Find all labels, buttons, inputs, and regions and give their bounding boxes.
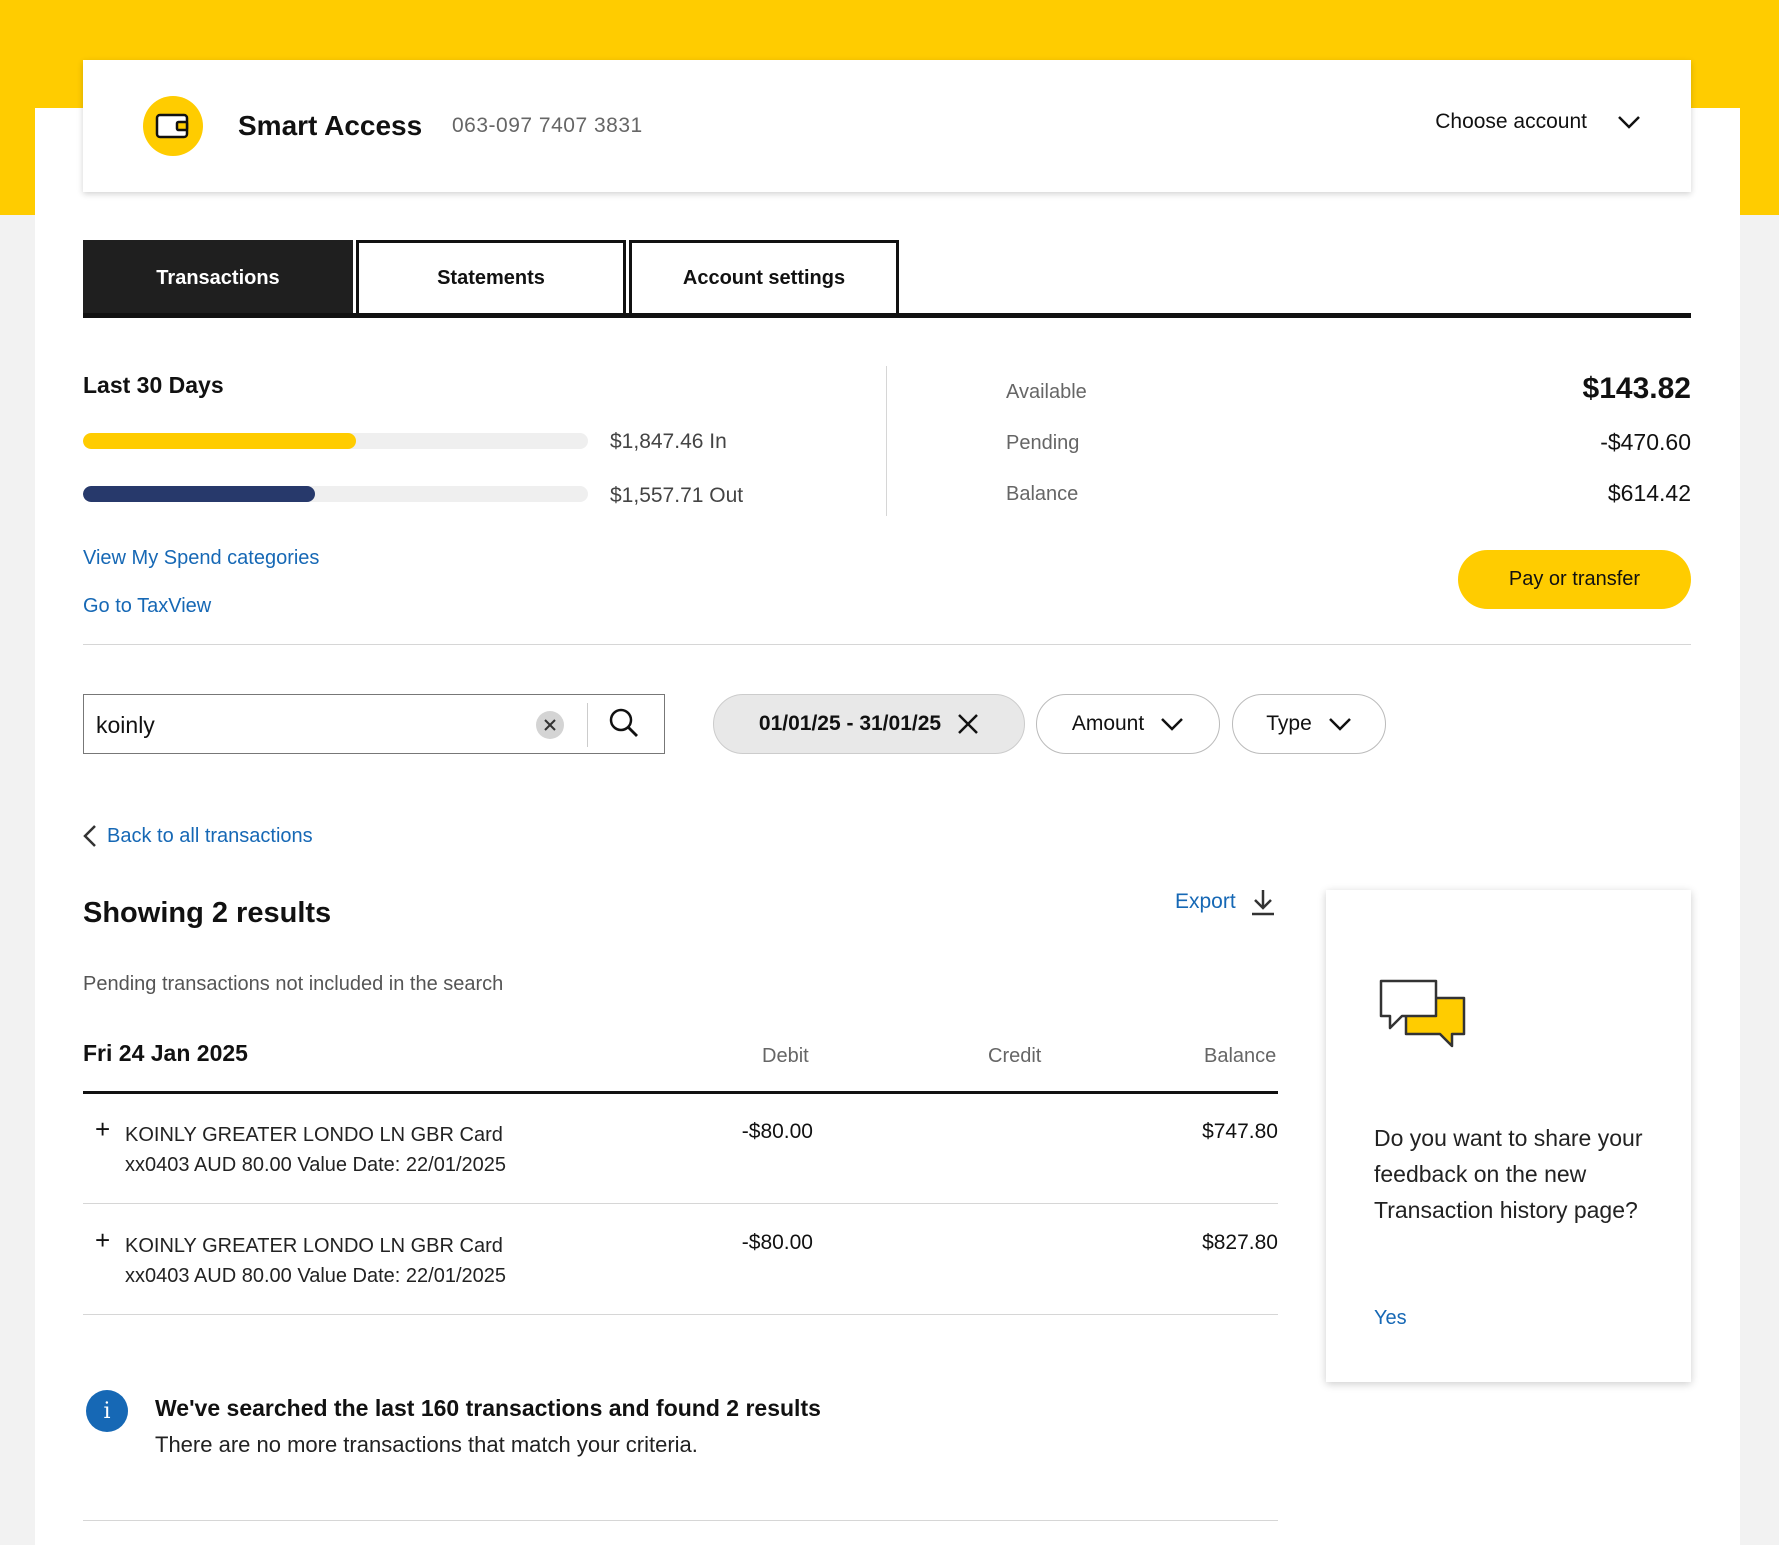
transaction-description: KOINLY GREATER LONDO LN GBR Card xx0403 … [125, 1231, 506, 1291]
account-number: 063-097 7407 3831 [452, 114, 643, 137]
expand-plus-icon[interactable]: + [95, 1114, 110, 1145]
transaction-line1: KOINLY GREATER LONDO LN GBR Card [125, 1124, 503, 1146]
feedback-card: Do you want to share your feedback on th… [1326, 890, 1691, 1382]
pending-value: -$470.60 [1600, 429, 1691, 455]
bottom-divider [83, 1520, 1278, 1521]
export-label: Export [1175, 890, 1236, 913]
transaction-balance: $747.80 [1202, 1120, 1278, 1143]
money-in-label: $1,847.46 In [610, 430, 727, 453]
type-filter[interactable]: Type [1232, 694, 1386, 754]
taxview-link[interactable]: Go to TaxView [83, 595, 211, 618]
available-value: $143.82 [1582, 372, 1691, 405]
section-divider [83, 644, 1691, 645]
chevron-down-icon [1328, 718, 1351, 731]
chevron-left-icon [83, 825, 96, 847]
results-title: Showing 2 results [83, 897, 332, 929]
transaction-balance: $827.80 [1202, 1231, 1278, 1254]
account-tabs: Transactions Statements Account settings [83, 240, 1691, 318]
pending-note: Pending transactions not included in the… [83, 973, 504, 995]
pay-or-transfer-button[interactable]: Pay or transfer [1458, 550, 1691, 609]
expand-plus-icon[interactable]: + [95, 1225, 110, 1256]
money-out-label: $1,557.71 Out [610, 484, 744, 507]
search-input[interactable] [96, 712, 496, 739]
wallet-icon [143, 96, 203, 156]
balance-column-header: Balance [1204, 1045, 1277, 1067]
money-in-bar [83, 433, 588, 449]
search-box [83, 694, 665, 754]
account-name: Smart Access [238, 110, 423, 141]
search-summary-text: There are no more transactions that matc… [155, 1432, 698, 1457]
money-out-bar-fill [83, 486, 316, 502]
account-header: Smart Access 063-097 7407 3831 Choose ac… [83, 60, 1691, 192]
pending-label: Pending [1006, 432, 1080, 454]
transaction-line2: xx0403 AUD 80.00 Value Date: 22/01/2025 [125, 1154, 507, 1176]
transaction-debit: -$80.00 [741, 1120, 813, 1143]
info-icon: i [86, 1390, 128, 1432]
chat-bubbles-icon [1379, 979, 1466, 1048]
close-icon[interactable] [957, 713, 979, 735]
clear-icon[interactable] [536, 711, 564, 739]
summary-title: Last 30 Days [83, 372, 224, 398]
choose-account-label: Choose account [1435, 110, 1587, 133]
transaction-debit: -$80.00 [741, 1231, 813, 1254]
money-in-bar-fill [83, 433, 356, 449]
type-filter-label: Type [1266, 712, 1312, 735]
table-row[interactable]: + KOINLY GREATER LONDO LN GBR Card xx040… [83, 1205, 1278, 1315]
summary-divider [886, 366, 887, 516]
transaction-line2: xx0403 AUD 80.00 Value Date: 22/01/2025 [125, 1265, 507, 1287]
back-link-label: Back to all transactions [107, 824, 313, 847]
available-label: Available [1006, 381, 1087, 403]
debit-column-header: Debit [762, 1045, 809, 1067]
tab-transactions[interactable]: Transactions [83, 240, 353, 313]
table-row[interactable]: + KOINLY GREATER LONDO LN GBR Card xx040… [83, 1094, 1278, 1204]
transaction-line1: KOINLY GREATER LONDO LN GBR Card [125, 1235, 503, 1257]
date-range-label: 01/01/25 - 31/01/25 [758, 712, 942, 735]
transaction-description: KOINLY GREATER LONDO LN GBR Card xx0403 … [125, 1120, 506, 1180]
tab-account-settings[interactable]: Account settings [629, 240, 899, 313]
amount-filter-label: Amount [1071, 712, 1145, 735]
amount-filter[interactable]: Amount [1036, 694, 1220, 754]
choose-account-dropdown[interactable]: Choose account [1435, 110, 1641, 134]
feedback-yes-link[interactable]: Yes [1374, 1307, 1407, 1330]
transaction-date-heading: Fri 24 Jan 2025 [83, 1040, 248, 1066]
search-icon[interactable] [608, 707, 640, 744]
download-icon [1251, 890, 1274, 916]
export-link[interactable]: Export [1175, 888, 1276, 916]
credit-column-header: Credit [988, 1045, 1042, 1067]
date-range-filter[interactable]: 01/01/25 - 31/01/25 [713, 694, 1025, 754]
spend-categories-link[interactable]: View My Spend categories [83, 547, 319, 570]
search-summary-title: We've searched the last 160 transactions… [155, 1395, 821, 1421]
chevron-down-icon [1618, 116, 1640, 129]
search-separator [587, 703, 588, 747]
chevron-down-icon [1161, 718, 1184, 731]
money-out-bar [83, 486, 588, 502]
balance-value: $614.42 [1607, 480, 1691, 506]
feedback-question: Do you want to share your feedback on th… [1374, 1125, 1643, 1223]
balance-label: Balance [1006, 483, 1079, 505]
back-to-all-transactions-link[interactable]: Back to all transactions [83, 824, 313, 848]
tab-statements[interactable]: Statements [356, 240, 626, 313]
